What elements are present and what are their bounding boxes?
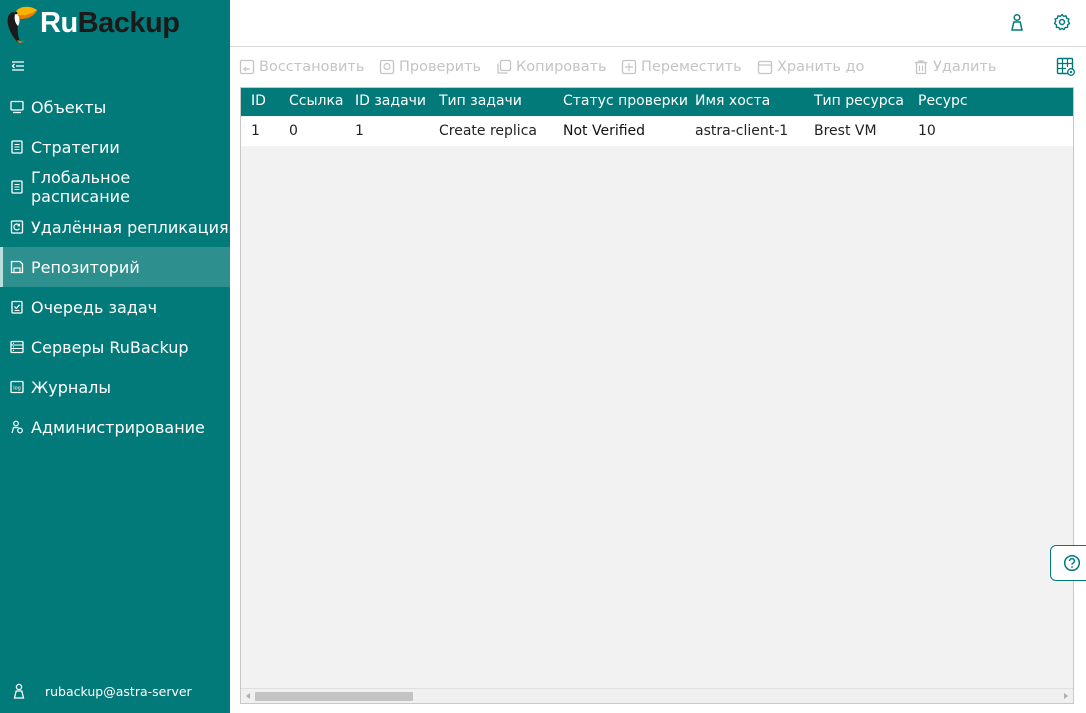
admin-icon <box>11 420 23 434</box>
scroll-left-icon[interactable] <box>242 690 254 702</box>
table-header: ID Ссылка ID задачи Тип задачи Статус пр… <box>241 88 1073 116</box>
current-user[interactable]: rubackup@astra-server <box>0 679 230 703</box>
user-name: rubackup@astra-server <box>45 683 192 699</box>
cell-task-id: 1 <box>355 123 364 139</box>
cell-link: 0 <box>289 123 298 139</box>
monitor-icon <box>10 100 24 114</box>
move-icon <box>621 59 637 75</box>
sidebar-item-repository[interactable]: Репозиторий <box>0 247 230 287</box>
sidebar-item-label: Репозиторий <box>31 257 140 277</box>
sidebar-item-label: Глобальное расписание <box>31 168 131 206</box>
trash-icon <box>915 60 927 75</box>
sidebar-item-objects[interactable]: Объекты <box>0 87 230 127</box>
column-header-task-type[interactable]: Тип задачи <box>439 93 522 109</box>
column-header-host-name[interactable]: Имя хоста <box>695 93 770 109</box>
help-button[interactable] <box>1050 545 1086 581</box>
sidebar-nav: Объекты Стратегии Глобальное расписание … <box>0 87 230 447</box>
cell-resource-type: Brest VM <box>814 123 877 139</box>
log-icon: log <box>10 380 24 394</box>
sidebar-item-task-queue[interactable]: Очередь задач <box>0 287 230 327</box>
logo-text-backup: Backup <box>77 7 180 39</box>
scrollbar-thumb[interactable] <box>255 692 413 701</box>
repository-toolbar: Восстановить Проверить Копировать Переме… <box>230 47 1086 87</box>
sidebar-item-servers[interactable]: Серверы RuBackup <box>0 327 230 367</box>
move-button[interactable]: Переместить <box>621 57 742 77</box>
column-header-link[interactable]: Ссылка <box>289 93 344 109</box>
sidebar-item-label: Серверы RuBackup <box>31 337 189 357</box>
keep-until-button[interactable]: Хранить до <box>757 57 864 77</box>
toucan-logo-icon <box>7 6 37 43</box>
svg-text:log: log <box>13 385 21 391</box>
scroll-right-icon[interactable] <box>1060 690 1072 702</box>
settings-gear-icon[interactable] <box>1053 13 1071 31</box>
help-question-icon <box>1063 554 1081 572</box>
restore-label: Восстановить <box>259 59 365 75</box>
delete-label: Удалить <box>933 59 997 75</box>
sidebar-item-label: Стратегии <box>31 137 120 157</box>
sidebar-item-remote-replication[interactable]: Удалённая репликация <box>0 207 230 247</box>
cell-id: 1 <box>251 123 260 139</box>
copy-button[interactable]: Копировать <box>496 57 607 77</box>
verify-button[interactable]: Проверить <box>379 57 481 77</box>
cell-verification-status: Not Verified <box>563 123 646 139</box>
column-header-task-id[interactable]: ID задачи <box>355 93 426 109</box>
sidebar-item-label: Очередь задач <box>31 297 158 317</box>
sidebar-item-label: Журналы <box>31 377 111 397</box>
calendar-icon <box>757 60 773 75</box>
sidebar-item-strategies[interactable]: Стратегии <box>0 127 230 167</box>
user-profile-icon[interactable] <box>1008 13 1026 31</box>
verify-icon <box>379 59 395 75</box>
cell-task-type: Create replica <box>439 123 537 139</box>
copy-label: Копировать <box>516 59 607 75</box>
sidebar: RuBackup Объекты Стратегии Глобальное ра… <box>0 0 230 713</box>
cell-resource: 10 <box>918 123 936 139</box>
horizontal-scrollbar[interactable] <box>241 688 1073 703</box>
sidebar-item-label: Удалённая репликация <box>31 217 229 237</box>
user-icon <box>13 683 25 699</box>
table-settings-icon[interactable] <box>1056 57 1076 77</box>
storage-icon <box>10 260 24 274</box>
restore-icon <box>239 59 255 75</box>
column-header-resource-type[interactable]: Тип ресурса <box>814 93 904 109</box>
column-header-verification-status[interactable]: Статус проверки <box>563 93 688 109</box>
keep-until-label: Хранить до <box>777 59 865 75</box>
collapse-menu-icon[interactable] <box>10 58 26 74</box>
column-header-id[interactable]: ID <box>251 93 266 109</box>
repository-table: ID Ссылка ID задачи Тип задачи Статус пр… <box>240 87 1074 704</box>
copy-icon <box>497 59 512 74</box>
server-icon <box>10 340 24 354</box>
verify-label: Проверить <box>399 59 482 75</box>
sidebar-item-logs[interactable]: log Журналы <box>0 367 230 407</box>
cell-host-name: astra-client-1 <box>695 123 789 139</box>
document-icon <box>11 180 23 194</box>
sidebar-item-global-schedule[interactable]: Глобальное расписание <box>0 167 230 207</box>
rubackup-logo[interactable]: RuBackup <box>4 2 180 44</box>
column-header-resource[interactable]: Ресурс <box>918 93 968 109</box>
sidebar-item-administration[interactable]: Администрирование <box>0 407 230 447</box>
delete-button[interactable]: Удалить <box>913 57 996 77</box>
top-header <box>230 0 1086 47</box>
logo-text-ru: Ru <box>40 7 78 39</box>
restore-button[interactable]: Восстановить <box>239 57 364 77</box>
replication-icon <box>10 220 24 234</box>
checklist-icon <box>11 300 23 314</box>
document-icon <box>11 140 23 154</box>
move-label: Переместить <box>641 59 742 75</box>
sidebar-item-label: Объекты <box>31 97 107 117</box>
sidebar-item-label: Администрирование <box>31 417 205 437</box>
table-row[interactable]: 1 0 1 Create replica Not Verified astra-… <box>241 117 1073 146</box>
